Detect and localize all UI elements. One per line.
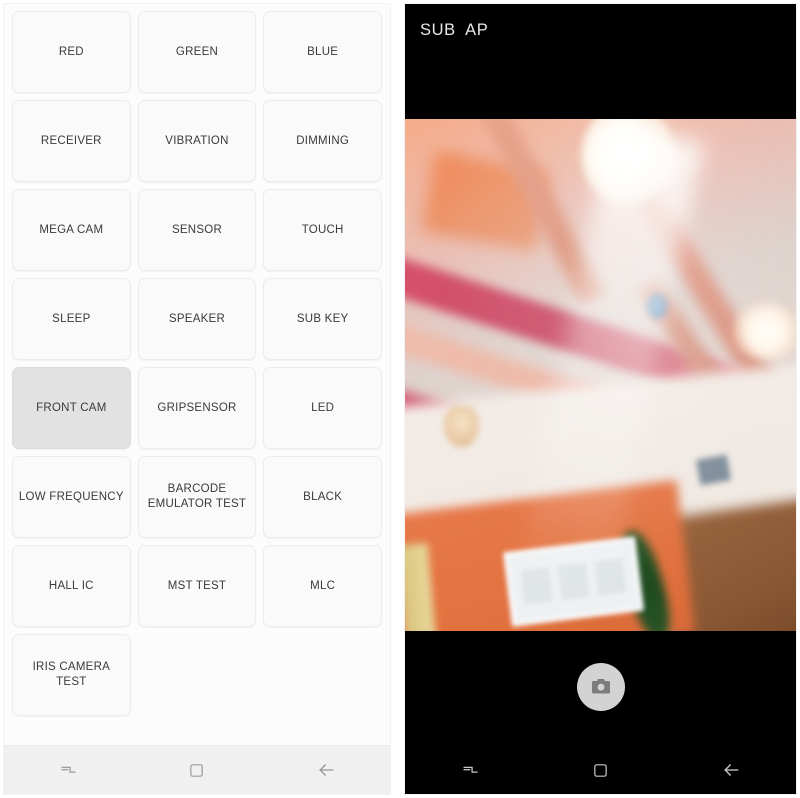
test-button[interactable]: DIMMING — [263, 100, 382, 182]
back-button-dark[interactable] — [699, 750, 763, 790]
test-button-label: SPEAKER — [168, 312, 226, 325]
camera-preview[interactable] — [405, 119, 796, 631]
test-button-label: VIBRATION — [165, 134, 229, 147]
test-button-label: LED — [311, 401, 335, 414]
test-button[interactable]: VIBRATION — [137, 100, 257, 182]
test-button-label: RECEIVER — [40, 134, 102, 147]
camera-header: SUB AP — [405, 4, 796, 119]
test-button-label: RED — [58, 45, 84, 58]
home-square-icon — [188, 762, 205, 779]
test-button-label: MST TEST — [167, 579, 227, 592]
preview-photo — [405, 119, 796, 631]
test-button-label: MLC — [310, 579, 336, 592]
test-button[interactable]: GREEN — [137, 11, 257, 93]
home-button[interactable] — [165, 750, 229, 790]
test-button-label: TOUCH — [301, 223, 344, 236]
test-button[interactable]: LED — [263, 367, 382, 449]
recents-icon — [59, 761, 78, 780]
shutter-button[interactable] — [576, 662, 625, 711]
front-camera-test-panel: SUB AP — [404, 3, 797, 795]
back-arrow-icon — [316, 760, 336, 780]
test-button-label: HALL IC — [48, 579, 94, 592]
camera-controls — [405, 631, 796, 746]
factory-test-menu-panel: RED GREEN BLUE RECEIVER VIBRATION DIMMING MEGA… — [3, 3, 391, 795]
test-button[interactable]: SUB KEY — [263, 278, 382, 360]
test-button[interactable]: MLC — [263, 545, 382, 627]
test-button-label: IRIS CAMERA TEST — [32, 661, 111, 688]
test-button[interactable]: RED — [12, 11, 131, 93]
test-button[interactable]: GRIPSENSOR — [137, 367, 257, 449]
test-button[interactable]: HALL IC — [12, 545, 131, 627]
test-button-label: GRIPSENSOR — [157, 401, 237, 414]
test-button[interactable]: RECEIVER — [12, 100, 131, 182]
test-button[interactable]: FRONT CAM — [12, 367, 131, 449]
home-square-icon — [592, 762, 609, 779]
test-button-label: BARCODE EMULATOR TEST — [147, 483, 247, 510]
test-button[interactable]: SLEEP — [12, 278, 131, 360]
test-button[interactable]: IRIS CAMERA TEST — [12, 634, 131, 716]
test-button[interactable]: MST TEST — [137, 545, 257, 627]
test-button[interactable]: BLUE — [263, 11, 382, 93]
test-button[interactable]: BLACK — [263, 456, 382, 538]
android-navigation-bar-dark — [405, 746, 796, 794]
test-button[interactable]: SENSOR — [137, 189, 257, 271]
test-button-label: SUB KEY — [296, 312, 349, 325]
recents-button[interactable] — [36, 750, 100, 790]
test-button-label: GREEN — [175, 45, 219, 58]
android-navigation-bar-light — [4, 745, 390, 794]
test-button[interactable]: MEGA CAM — [12, 189, 131, 271]
camera-icon — [589, 675, 613, 699]
recents-button-dark[interactable] — [438, 750, 502, 790]
photo-soft-overlay — [405, 119, 796, 631]
back-arrow-icon — [721, 760, 741, 780]
home-button-dark[interactable] — [568, 750, 632, 790]
test-button[interactable]: LOW FREQUENCY — [12, 456, 131, 538]
test-button-grid-container: RED GREEN BLUE RECEIVER VIBRATION DIMMING MEGA… — [4, 4, 390, 745]
test-button[interactable]: TOUCH — [263, 189, 382, 271]
test-button-label: SLEEP — [52, 312, 91, 325]
test-button-label: BLUE — [307, 45, 339, 58]
test-button[interactable]: BARCODE EMULATOR TEST — [137, 456, 257, 538]
screenshot-root: RED GREEN BLUE RECEIVER VIBRATION DIMMING MEGA… — [0, 0, 800, 798]
test-button-label: LOW FREQUENCY — [18, 490, 124, 503]
test-button-label: DIMMING — [296, 134, 350, 147]
test-button-label: SENSOR — [171, 223, 223, 236]
test-button[interactable]: SPEAKER — [137, 278, 257, 360]
camera-header-label: SUB AP — [420, 21, 489, 39]
test-button-label: FRONT CAM — [36, 401, 107, 414]
back-button[interactable] — [294, 750, 358, 790]
test-button-grid: RED GREEN BLUE RECEIVER VIBRATION DIMMING MEGA… — [12, 11, 382, 716]
test-button-label: BLACK — [303, 490, 343, 503]
test-button-label: MEGA CAM — [39, 223, 104, 236]
recents-icon — [461, 761, 480, 780]
